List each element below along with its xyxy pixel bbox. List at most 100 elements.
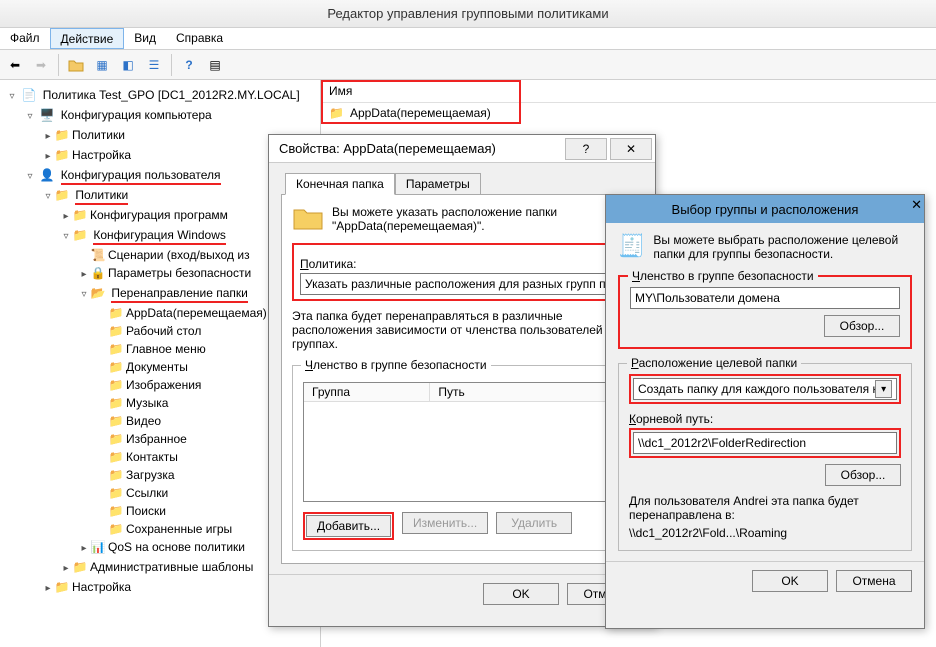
folder-big-icon xyxy=(292,205,324,231)
ok-button[interactable]: OK xyxy=(752,570,828,592)
computer-config-icon: 🖥️ xyxy=(39,106,55,124)
folder-icon: 📁 xyxy=(108,502,124,520)
tree-settings2[interactable]: Настройка xyxy=(72,580,131,594)
list-header-name[interactable]: Имя xyxy=(321,80,936,103)
grid-icon[interactable]: ▦ xyxy=(91,54,113,76)
tree-scripts[interactable]: Сценарии (вход/выход из xyxy=(108,248,250,262)
menubar: Файл Действие Вид Справка xyxy=(0,28,936,50)
tree-root[interactable]: Политика Test_GPO [DC1_2012R2.MY.LOCAL] xyxy=(43,88,300,102)
folder-icon: 📁 xyxy=(54,146,70,164)
help-button[interactable]: ? xyxy=(565,138,607,160)
window-title-text: Редактор управления групповыми политикам… xyxy=(327,6,608,21)
chevron-down-icon[interactable]: ▾ xyxy=(875,380,892,398)
folder-icon: 📁 xyxy=(108,412,124,430)
list-icon[interactable]: ☰ xyxy=(143,54,165,76)
group-membership-box: Членство в группе безопасности Обзор... xyxy=(618,275,912,349)
folder-icon: 📁 xyxy=(54,578,70,596)
menu-action[interactable]: Действие xyxy=(50,28,125,49)
props-icon[interactable]: ▤ xyxy=(204,54,226,76)
group-listbox[interactable]: Группа Путь xyxy=(303,382,621,502)
security-icon: 🔒 xyxy=(90,264,106,282)
group-legend: Членство в группе безопасности xyxy=(301,358,491,372)
folder-icon: 📁 xyxy=(108,430,124,448)
menu-view[interactable]: Вид xyxy=(124,28,166,49)
browse-button[interactable]: Обзор... xyxy=(824,315,900,337)
tree-folderredir[interactable]: Перенаправление папки xyxy=(111,286,248,303)
picker-hint: Вы можете выбрать расположение целевой п… xyxy=(653,233,912,261)
menu-help[interactable]: Справка xyxy=(166,28,233,49)
panel-icon[interactable]: ◧ xyxy=(117,54,139,76)
folder-icon: 📁 xyxy=(72,206,88,224)
tree-favorites[interactable]: Избранное xyxy=(126,432,187,446)
root-path-label: Корневой путь: xyxy=(629,412,901,426)
tree-searches[interactable]: Поиски xyxy=(126,504,166,518)
folder-redir-icon: 📂 xyxy=(90,284,106,302)
toolbar: ⬅ ➡ ▦ ◧ ☰ ? ▤ xyxy=(0,50,936,80)
tree-qos[interactable]: QoS на основе политики xyxy=(108,540,245,554)
forward-icon[interactable]: ➡ xyxy=(30,54,52,76)
folder-icon: 📁 xyxy=(108,340,124,358)
list-row-appdata[interactable]: 📁 AppData(перемещаемая) xyxy=(321,103,936,123)
tree-admtmpl[interactable]: Административные шаблоны xyxy=(90,560,253,574)
picker-dialog: Выбор группы и расположения ✕ 🧾 Вы может… xyxy=(605,194,925,629)
hint-text: Вы можете указать расположение папки "Ap… xyxy=(332,205,557,233)
help-icon[interactable]: ? xyxy=(178,54,200,76)
folder-icon: 📁 xyxy=(108,304,124,322)
tree-appdata[interactable]: AppData(перемещаемая) xyxy=(126,306,267,320)
tree-secparams[interactable]: Параметры безопасности xyxy=(108,266,251,280)
delete-button[interactable]: Удалить xyxy=(496,512,572,534)
tree-progconf[interactable]: Конфигурация программ xyxy=(90,208,228,222)
folder-icon: 📁 xyxy=(108,376,124,394)
group-input[interactable] xyxy=(630,287,900,309)
tree-music[interactable]: Музыка xyxy=(126,396,168,410)
tree-policies[interactable]: Политики xyxy=(72,128,125,142)
edit-button[interactable]: Изменить... xyxy=(402,512,488,534)
folder-icon: 📁 xyxy=(108,394,124,412)
tree-documents[interactable]: Документы xyxy=(126,360,188,374)
tree-policies2[interactable]: Политики xyxy=(75,188,128,205)
browse2-button[interactable]: Обзор... xyxy=(825,464,901,486)
target-combo[interactable]: Создать папку для каждого пользователя н… xyxy=(633,378,897,400)
policy-icon: 📄 xyxy=(21,86,37,104)
policy-value: Указать различные расположения для разны… xyxy=(305,277,619,291)
cancel-button[interactable]: Отмена xyxy=(836,570,912,592)
folder-icon: 📁 xyxy=(108,448,124,466)
tree-comp-conf[interactable]: Конфигурация компьютера xyxy=(61,108,212,122)
tree-savedgames[interactable]: Сохраненные игры xyxy=(126,522,232,536)
col-path[interactable]: Путь xyxy=(430,383,620,401)
menu-file[interactable]: Файл xyxy=(0,28,50,49)
close-button[interactable]: ✕ xyxy=(610,138,652,160)
folder-icon: 📁 xyxy=(108,322,124,340)
tree-video[interactable]: Видео xyxy=(126,414,161,428)
picker-titlebar: Выбор группы и расположения ✕ xyxy=(606,195,924,223)
dialog-title: Свойства: AppData(перемещаемая) xyxy=(269,141,565,156)
tree-downloads[interactable]: Загрузка xyxy=(126,468,175,482)
folder-icon: 📁 xyxy=(108,466,124,484)
tree-winconf[interactable]: Конфигурация Windows xyxy=(93,228,226,245)
tree-startmenu[interactable]: Главное меню xyxy=(126,342,206,356)
scripts-icon: 📜 xyxy=(90,246,106,264)
tree-desktop[interactable]: Рабочий стол xyxy=(126,324,201,338)
group-membership-box: Членство в группе безопасности Группа Пу… xyxy=(292,365,632,551)
tab-target[interactable]: Конечная папка xyxy=(285,173,395,195)
add-button[interactable]: Добавить... xyxy=(306,515,391,537)
back-icon[interactable]: ⬅ xyxy=(4,54,26,76)
tree-user-conf[interactable]: Конфигурация пользователя xyxy=(61,168,221,185)
policy-label: ППолитика:олитика: xyxy=(300,257,624,271)
folder-icon: 📁 xyxy=(54,126,70,144)
target-combo-value: Создать папку для каждого пользователя н… xyxy=(638,382,875,396)
col-group[interactable]: Группа xyxy=(304,383,430,401)
tree-contacts[interactable]: Контакты xyxy=(126,450,178,464)
close-button[interactable]: ✕ xyxy=(911,197,922,213)
tab-params[interactable]: Параметры xyxy=(395,173,481,195)
policy-combo[interactable]: Указать различные расположения для разны… xyxy=(300,273,624,295)
folder-icon: 📁 xyxy=(108,484,124,502)
root-path-input[interactable] xyxy=(633,432,897,454)
tree-links[interactable]: Ссылки xyxy=(126,486,168,500)
tree-pictures[interactable]: Изображения xyxy=(126,378,201,392)
user-config-icon: 👤 xyxy=(39,166,55,184)
folder-up-icon[interactable] xyxy=(65,54,87,76)
tree-settings[interactable]: Настройка xyxy=(72,148,131,162)
target-location-box: Расположение целевой папки Создать папку… xyxy=(618,363,912,551)
ok-button[interactable]: OK xyxy=(483,583,559,605)
